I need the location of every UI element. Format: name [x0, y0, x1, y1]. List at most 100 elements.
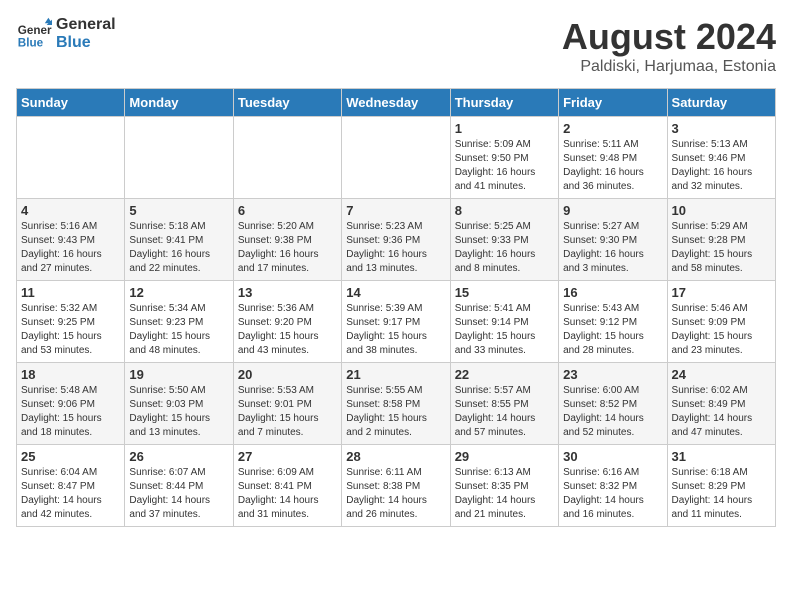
day-info: Sunrise: 5:46 AM Sunset: 9:09 PM Dayligh…: [672, 302, 771, 358]
day-number: 25: [21, 449, 120, 464]
day-info: Sunrise: 6:16 AM Sunset: 8:32 PM Dayligh…: [563, 466, 662, 522]
day-info: Sunrise: 5:48 AM Sunset: 9:06 PM Dayligh…: [21, 384, 120, 440]
calendar-cell: [17, 117, 125, 199]
calendar-cell: 14Sunrise: 5:39 AM Sunset: 9:17 PM Dayli…: [342, 281, 450, 363]
day-info: Sunrise: 5:25 AM Sunset: 9:33 PM Dayligh…: [455, 220, 554, 276]
calendar-cell: 29 Sunrise: 6:13 AM Sunset: 8:35 PM Dayli…: [450, 445, 558, 527]
day-number: 30: [563, 449, 662, 464]
day-number: 13: [238, 285, 337, 300]
day-number: 12: [129, 285, 228, 300]
day-number: 11: [21, 285, 120, 300]
calendar-cell: [233, 117, 341, 199]
calendar-cell: 13 Sunrise: 5:36 AM Sunset: 9:20 PM Dayli…: [233, 281, 341, 363]
calendar-cell: 3Sunrise: 5:13 AM Sunset: 9:46 PM Daylig…: [667, 117, 775, 199]
month-year: August 2024: [562, 16, 776, 58]
day-info: Sunrise: 6:13 AM Sunset: 8:35 PM Dayligh…: [455, 466, 554, 522]
day-info: Sunrise: 5:09 AM Sunset: 9:50 PM Dayligh…: [455, 138, 554, 194]
day-info: Sunrise: 5:34 AM Sunset: 9:23 PM Dayligh…: [129, 302, 228, 358]
calendar-cell: 18 Sunrise: 5:48 AM Sunset: 9:06 PM Dayli…: [17, 363, 125, 445]
weekday-header-monday: Monday: [125, 89, 233, 117]
day-number: 18: [21, 367, 120, 382]
day-info: Sunrise: 5:50 AM Sunset: 9:03 PM Dayligh…: [129, 384, 228, 440]
calendar-cell: 10Sunrise: 5:29 AM Sunset: 9:28 PM Dayli…: [667, 199, 775, 281]
day-number: 19: [129, 367, 228, 382]
svg-text:General: General: [18, 24, 52, 37]
day-number: 23: [563, 367, 662, 382]
day-info: Sunrise: 5:32 AM Sunset: 9:25 PM Dayligh…: [21, 302, 120, 358]
day-info: Sunrise: 5:57 AM Sunset: 8:55 PM Dayligh…: [455, 384, 554, 440]
day-info: Sunrise: 6:11 AM Sunset: 8:38 PM Dayligh…: [346, 466, 445, 522]
day-info: Sunrise: 6:04 AM Sunset: 8:47 PM Dayligh…: [21, 466, 120, 522]
day-number: 8: [455, 203, 554, 218]
calendar-week-1: 1 Sunrise: 5:09 AM Sunset: 9:50 PM Daylig…: [17, 117, 776, 199]
day-number: 6: [238, 203, 337, 218]
day-number: 29: [455, 449, 554, 464]
day-info: Sunrise: 5:23 AM Sunset: 9:36 PM Dayligh…: [346, 220, 445, 276]
calendar-cell: 17 Sunrise: 5:46 AM Sunset: 9:09 PM Dayli…: [667, 281, 775, 363]
location: Paldiski, Harjumaa, Estonia: [562, 58, 776, 76]
day-info: Sunrise: 5:18 AM Sunset: 9:41 PM Dayligh…: [129, 220, 228, 276]
day-info: Sunrise: 5:20 AM Sunset: 9:38 PM Dayligh…: [238, 220, 337, 276]
day-number: 5: [129, 203, 228, 218]
calendar-cell: 25 Sunrise: 6:04 AM Sunset: 8:47 PM Dayli…: [17, 445, 125, 527]
title-block: August 2024 Paldiski, Harjumaa, Estonia: [562, 16, 776, 76]
day-number: 31: [672, 449, 771, 464]
day-info: Sunrise: 6:18 AM Sunset: 8:29 PM Dayligh…: [672, 466, 771, 522]
calendar-cell: 26 Sunrise: 6:07 AM Sunset: 8:44 PM Dayli…: [125, 445, 233, 527]
day-info: Sunrise: 6:07 AM Sunset: 8:44 PM Dayligh…: [129, 466, 228, 522]
calendar-cell: 4Sunrise: 5:16 AM Sunset: 9:43 PM Daylig…: [17, 199, 125, 281]
calendar-cell: 27Sunrise: 6:09 AM Sunset: 8:41 PM Dayli…: [233, 445, 341, 527]
day-number: 15: [455, 285, 554, 300]
calendar-cell: 16Sunrise: 5:43 AM Sunset: 9:12 PM Dayli…: [559, 281, 667, 363]
calendar-cell: 31 Sunrise: 6:18 AM Sunset: 8:29 PM Dayli…: [667, 445, 775, 527]
day-number: 7: [346, 203, 445, 218]
day-info: Sunrise: 5:53 AM Sunset: 9:01 PM Dayligh…: [238, 384, 337, 440]
day-info: Sunrise: 5:41 AM Sunset: 9:14 PM Dayligh…: [455, 302, 554, 358]
calendar-cell: 20 Sunrise: 5:53 AM Sunset: 9:01 PM Dayli…: [233, 363, 341, 445]
calendar-cell: 23 Sunrise: 6:00 AM Sunset: 8:52 PM Dayli…: [559, 363, 667, 445]
calendar-cell: 1 Sunrise: 5:09 AM Sunset: 9:50 PM Daylig…: [450, 117, 558, 199]
day-number: 20: [238, 367, 337, 382]
day-info: Sunrise: 6:02 AM Sunset: 8:49 PM Dayligh…: [672, 384, 771, 440]
calendar-cell: 6 Sunrise: 5:20 AM Sunset: 9:38 PM Daylig…: [233, 199, 341, 281]
day-info: Sunrise: 5:39 AM Sunset: 9:17 PM Dayligh…: [346, 302, 445, 358]
calendar-week-5: 25 Sunrise: 6:04 AM Sunset: 8:47 PM Dayli…: [17, 445, 776, 527]
calendar-cell: 5 Sunrise: 5:18 AM Sunset: 9:41 PM Daylig…: [125, 199, 233, 281]
day-number: 26: [129, 449, 228, 464]
calendar-cell: 21Sunrise: 5:55 AM Sunset: 8:58 PM Dayli…: [342, 363, 450, 445]
calendar-cell: 19 Sunrise: 5:50 AM Sunset: 9:03 PM Dayli…: [125, 363, 233, 445]
day-number: 28: [346, 449, 445, 464]
day-number: 22: [455, 367, 554, 382]
logo: General Blue General Blue: [16, 16, 116, 52]
day-number: 3: [672, 121, 771, 136]
day-number: 2: [563, 121, 662, 136]
day-info: Sunrise: 5:27 AM Sunset: 9:30 PM Dayligh…: [563, 220, 662, 276]
calendar-cell: [342, 117, 450, 199]
calendar-cell: 28 Sunrise: 6:11 AM Sunset: 8:38 PM Dayli…: [342, 445, 450, 527]
day-number: 24: [672, 367, 771, 382]
day-number: 17: [672, 285, 771, 300]
day-info: Sunrise: 6:00 AM Sunset: 8:52 PM Dayligh…: [563, 384, 662, 440]
day-number: 1: [455, 121, 554, 136]
logo-text-line2: Blue: [56, 34, 116, 52]
weekday-header-sunday: Sunday: [17, 89, 125, 117]
calendar-table: SundayMondayTuesdayWednesdayThursdayFrid…: [16, 88, 776, 527]
day-number: 10: [672, 203, 771, 218]
day-number: 4: [21, 203, 120, 218]
calendar-week-4: 18 Sunrise: 5:48 AM Sunset: 9:06 PM Dayli…: [17, 363, 776, 445]
calendar-cell: 22 Sunrise: 5:57 AM Sunset: 8:55 PM Dayli…: [450, 363, 558, 445]
logo-text-line1: General: [56, 16, 116, 34]
calendar-cell: 2Sunrise: 5:11 AM Sunset: 9:48 PM Daylig…: [559, 117, 667, 199]
weekday-header-saturday: Saturday: [667, 89, 775, 117]
calendar-cell: [125, 117, 233, 199]
calendar-body: 1 Sunrise: 5:09 AM Sunset: 9:50 PM Daylig…: [17, 117, 776, 527]
calendar-cell: 12 Sunrise: 5:34 AM Sunset: 9:23 PM Dayli…: [125, 281, 233, 363]
calendar-week-2: 4Sunrise: 5:16 AM Sunset: 9:43 PM Daylig…: [17, 199, 776, 281]
day-number: 9: [563, 203, 662, 218]
calendar-cell: 7 Sunrise: 5:23 AM Sunset: 9:36 PM Daylig…: [342, 199, 450, 281]
weekday-header-thursday: Thursday: [450, 89, 558, 117]
calendar-cell: 15 Sunrise: 5:41 AM Sunset: 9:14 PM Dayli…: [450, 281, 558, 363]
day-info: Sunrise: 5:55 AM Sunset: 8:58 PM Dayligh…: [346, 384, 445, 440]
calendar-cell: 8 Sunrise: 5:25 AM Sunset: 9:33 PM Daylig…: [450, 199, 558, 281]
day-info: Sunrise: 5:36 AM Sunset: 9:20 PM Dayligh…: [238, 302, 337, 358]
